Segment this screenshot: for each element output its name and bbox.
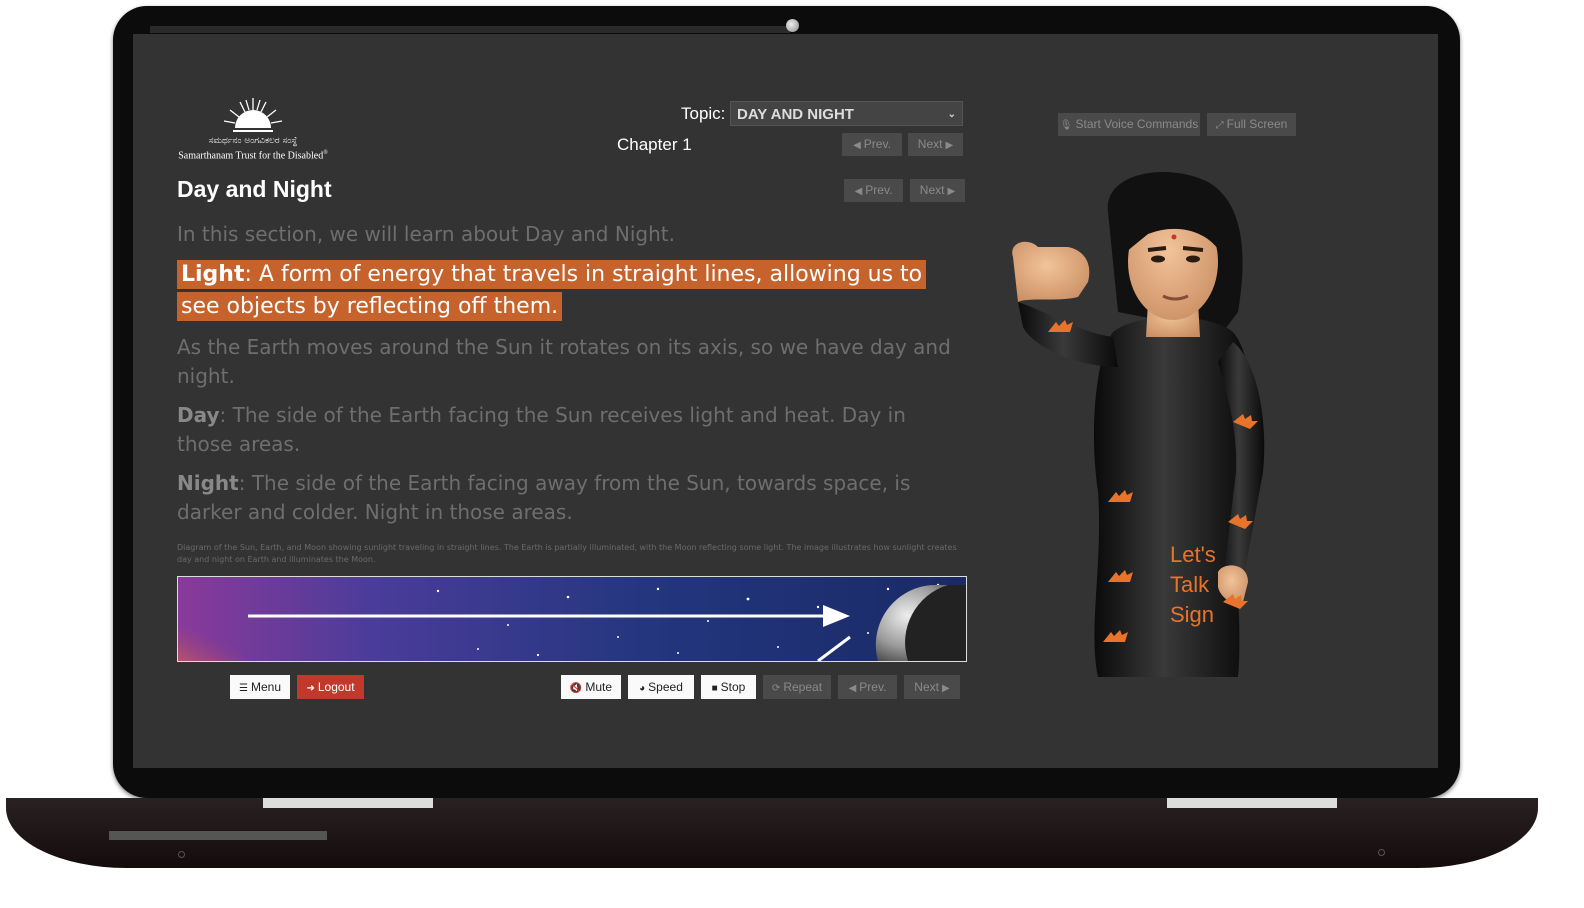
logo-kannada-text: ಸಮರ್ಥನಂ ಅಂಗವಿಕಲರ ಸಂಸ್ಥೆ	[208, 136, 298, 146]
stop-icon: ■	[711, 683, 718, 694]
volume-mute-icon: 🔇	[569, 683, 583, 694]
base-led-left	[178, 851, 185, 858]
stop-button[interactable]: ■ Stop	[701, 675, 756, 699]
bottom-next-button[interactable]: Next ▶	[904, 675, 960, 699]
app-screen: ಸಮರ್ಥನಂ ಅಂಗವಿಕಲರ ಸಂಸ್ಥೆ Samarthanam Trus…	[133, 34, 1438, 768]
bottom-prev-button[interactable]: ◀ Prev.	[838, 675, 897, 699]
mute-button[interactable]: 🔇 Mute	[561, 675, 621, 699]
section-next-button[interactable]: Next ▶	[910, 179, 965, 202]
base-led-right	[1378, 849, 1385, 856]
night-definition-text: : The side of the Earth facing away from…	[177, 471, 911, 524]
section-prev-button[interactable]: ◀ Prev.	[844, 179, 903, 202]
caret-left-icon: ◀	[854, 186, 863, 197]
page-title: Day and Night	[177, 176, 332, 202]
term-night: Night	[177, 471, 239, 495]
sign-language-avatar: Let's Talk Sign	[1008, 162, 1278, 680]
sign-out-icon: ➜	[306, 683, 315, 694]
base-slot	[109, 831, 327, 840]
chapter-prev-button[interactable]: ◀ Prev.	[842, 133, 902, 156]
microphone-icon: 🎙	[1059, 120, 1073, 131]
day-definition: Day: The side of the Earth facing the Su…	[177, 401, 967, 459]
caret-left-icon: ◀	[848, 683, 857, 694]
repeat-icon: ⟳	[771, 683, 781, 694]
samarthanam-logo: ಸಮರ್ಥನಂ ಅಂಗವಿಕಲರ ಸಂಸ್ಥೆ Samarthanam Trus…	[178, 96, 328, 166]
avatar-shirt-text: Let's Talk Sign	[1170, 542, 1216, 627]
caret-right-icon: ▶	[941, 683, 950, 694]
menu-button[interactable]: ☰ Menu	[230, 675, 290, 699]
chapter-next-button[interactable]: Next ▶	[908, 133, 963, 156]
base-trim-right	[1167, 798, 1337, 808]
image-caption: Diagram of the Sun, Earth, and Moon show…	[177, 543, 957, 564]
lesson-content: In this section, we will learn about Day…	[177, 220, 967, 537]
repeat-button[interactable]: ⟳ Repeat	[763, 675, 831, 699]
sunrise-icon	[223, 98, 283, 132]
start-voice-commands-button[interactable]: 🎙 Start Voice Commands	[1058, 113, 1200, 136]
full-screen-button[interactable]: ⤢ Full Screen	[1207, 113, 1296, 136]
speed-button[interactable]: ◕ Speed	[628, 675, 694, 699]
light-definition-text: : A form of energy that travels in strai…	[181, 262, 923, 319]
sun-earth-moon-diagram	[177, 576, 967, 662]
caret-right-icon: ▶	[945, 140, 954, 151]
hamburger-icon: ☰	[239, 683, 248, 694]
rotation-paragraph: As the Earth moves around the Sun it rot…	[177, 335, 951, 388]
term-day: Day	[177, 403, 220, 427]
chevron-down-icon: ⌄	[947, 109, 956, 120]
logo-english-text: Samarthanam Trust for the Disabled®	[178, 150, 328, 162]
light-definition-highlighted: Light: A form of energy that travels in …	[177, 259, 967, 323]
night-definition: Night: The side of the Earth facing away…	[177, 469, 967, 527]
term-light: Light	[181, 262, 245, 287]
caret-right-icon: ▶	[947, 186, 956, 197]
lid-top-strip	[150, 26, 790, 33]
logout-button[interactable]: ➜ Logout	[297, 675, 364, 699]
caret-left-icon: ◀	[853, 140, 861, 151]
webcam	[786, 19, 799, 32]
topic-label: Topic:	[681, 104, 726, 123]
speedometer-icon: ◕	[639, 683, 646, 694]
expand-icon: ⤢	[1215, 120, 1224, 131]
day-definition-text: : The side of the Earth facing the Sun r…	[177, 403, 906, 456]
chapter-label: Chapter 1	[617, 135, 692, 154]
base-trim-left	[263, 798, 433, 808]
topic-select[interactable]: DAY AND NIGHT ⌄	[730, 101, 963, 126]
intro-paragraph: In this section, we will learn about Day…	[177, 222, 675, 246]
topic-selected-value: DAY AND NIGHT	[737, 106, 854, 123]
